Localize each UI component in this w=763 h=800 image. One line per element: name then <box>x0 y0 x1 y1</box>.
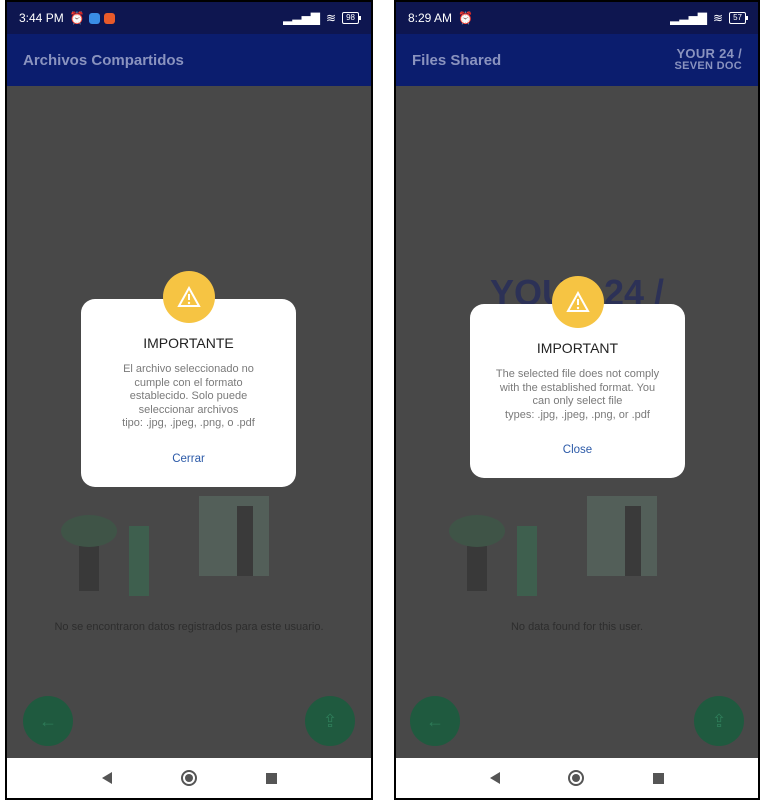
app-bar: Files Shared YOUR 24 / SEVEN DOC <box>396 34 758 86</box>
dialog-message: El archivo seleccionado no cumple con el… <box>122 363 255 429</box>
telegram-icon <box>88 12 100 24</box>
upload-icon: ⇪ <box>322 710 338 731</box>
close-button[interactable]: Close <box>563 444 592 456</box>
empty-illustration <box>449 496 657 596</box>
back-fab[interactable]: ← <box>410 696 460 746</box>
warning-icon <box>162 271 215 323</box>
nav-home-icon[interactable] <box>568 770 585 786</box>
nav-back-icon[interactable] <box>101 772 112 784</box>
app-bar: Archivos Compartidos <box>7 34 371 86</box>
nav-recents-icon[interactable] <box>265 772 277 784</box>
nav-recents-icon[interactable] <box>652 772 664 784</box>
status-time: 3:44 PM <box>19 11 64 25</box>
nav-home-icon[interactable] <box>180 770 197 786</box>
dialog-message: The selected file does not comply with t… <box>495 368 660 421</box>
signal-icon: ▂▃▅▇ <box>283 11 321 25</box>
page-title: Archivos Compartidos <box>23 51 184 69</box>
alarm-icon: ⏰ <box>69 11 85 25</box>
brand-logo: YOUR 24 / SEVEN DOC <box>674 46 742 72</box>
nav-back-icon[interactable] <box>490 772 501 784</box>
upload-fab[interactable]: ⇪ <box>694 696 744 746</box>
wifi-icon: ≋ <box>713 11 724 25</box>
warning-dialog: IMPORTANT The selected file does not com… <box>470 276 685 478</box>
upload-icon: ⇪ <box>711 710 727 731</box>
battery-icon: 98 <box>342 12 361 24</box>
back-fab[interactable]: ← <box>23 696 73 746</box>
signal-icon: ▂▃▅▇ <box>670 11 708 25</box>
status-bar: 3:44 PM ⏰ ▂▃▅▇ ≋ 98 <box>7 2 371 34</box>
close-button[interactable]: Cerrar <box>172 453 205 465</box>
system-nav-bar <box>7 758 371 798</box>
wifi-icon: ≋ <box>326 11 337 25</box>
warning-icon <box>551 276 604 328</box>
battery-icon: 57 <box>729 12 748 24</box>
empty-state-text: No data found for this user. <box>510 621 644 633</box>
dialog-title: IMPORTANTE <box>143 335 234 351</box>
arrow-left-icon: ← <box>426 710 444 731</box>
empty-state-text: No se encontraron datos registrados para… <box>54 621 324 633</box>
screen: 8:29 AM ⏰ ▂▃▅▇ ≋ 57 Files Shared YOUR 24… <box>396 2 758 798</box>
status-bar: 8:29 AM ⏰ ▂▃▅▇ ≋ 57 <box>396 2 758 34</box>
page-title: Files Shared <box>412 51 502 69</box>
screen: 3:44 PM ⏰ ▂▃▅▇ ≋ 98 Archivos Compartidos <box>7 2 371 798</box>
status-time: 8:29 AM <box>408 11 453 25</box>
phone-spanish: 3:44 PM ⏰ ▂▃▅▇ ≋ 98 Archivos Compartidos <box>5 0 373 800</box>
dialog-title: IMPORTANT <box>536 340 619 356</box>
system-nav-bar <box>396 758 758 798</box>
arrow-left-icon: ← <box>39 710 57 731</box>
warning-dialog: IMPORTANTE El archivo seleccionado no cu… <box>81 271 296 487</box>
empty-illustration <box>61 496 269 596</box>
app-notification-icon <box>103 12 115 24</box>
upload-fab[interactable]: ⇪ <box>305 696 355 746</box>
phone-english: 8:29 AM ⏰ ▂▃▅▇ ≋ 57 Files Shared YOUR 24… <box>394 0 760 800</box>
alarm-icon: ⏰ <box>458 11 473 25</box>
